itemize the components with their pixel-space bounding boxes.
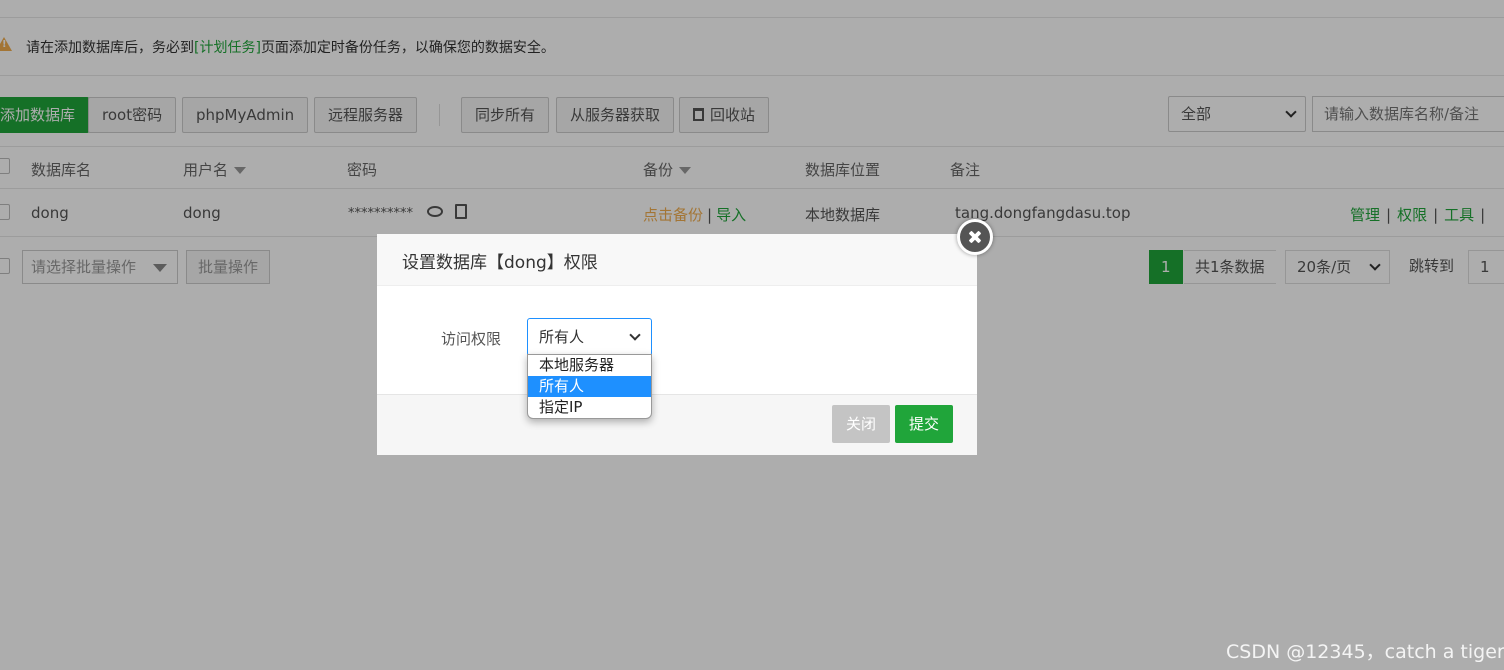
access-permission-select[interactable]: 所有人 (527, 318, 652, 356)
access-permission-value: 所有人 (539, 328, 585, 346)
dialog-footer: 关闭 提交 (377, 394, 977, 455)
dialog-body: 访问权限 所有人 (377, 286, 977, 394)
permission-dialog: 设置数据库【dong】权限 访问权限 所有人 关闭 提交 (377, 234, 977, 455)
option-everyone[interactable]: 所有人 (528, 376, 651, 397)
close-icon[interactable] (957, 219, 993, 255)
option-specified-ip[interactable]: 指定IP (528, 397, 651, 418)
access-permission-dropdown: 本地服务器 所有人 指定IP (527, 354, 652, 419)
access-permission-label: 访问权限 (441, 330, 502, 348)
close-button[interactable]: 关闭 (832, 405, 891, 443)
option-local-server[interactable]: 本地服务器 (528, 355, 651, 376)
watermark: CSDN @12345，catch a tiger (1226, 641, 1504, 663)
chevron-down-icon (629, 329, 641, 341)
dialog-title: 设置数据库【dong】权限 (377, 234, 977, 286)
submit-button[interactable]: 提交 (895, 405, 954, 443)
